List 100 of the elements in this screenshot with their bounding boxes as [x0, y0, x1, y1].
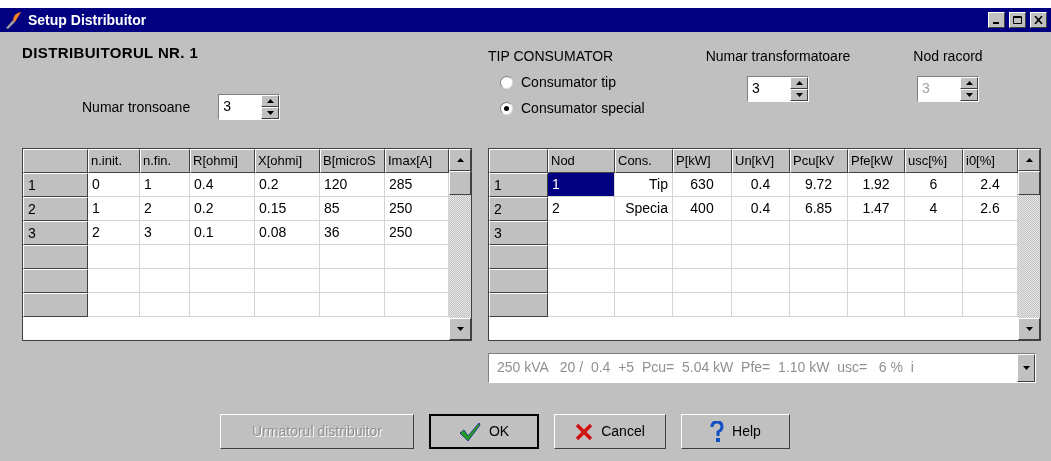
table-cell[interactable]: 0.08 — [255, 221, 320, 245]
scroll-thumb[interactable] — [1018, 171, 1040, 195]
scroll-thumb[interactable] — [449, 171, 471, 195]
table-cell[interactable]: 1.92 — [848, 173, 905, 197]
spin-down-button[interactable] — [790, 89, 808, 101]
table-cell[interactable]: 2 — [88, 221, 140, 245]
empty-cell[interactable] — [320, 245, 385, 269]
empty-cell[interactable] — [140, 269, 190, 293]
row-header[interactable]: 2 — [23, 197, 88, 221]
table-cell[interactable]: 1 — [88, 197, 140, 221]
table-cell[interactable]: 0.1 — [190, 221, 255, 245]
scroll-down-button[interactable] — [449, 318, 471, 340]
empty-cell[interactable] — [190, 269, 255, 293]
table-cell[interactable]: 1 — [548, 173, 615, 197]
spin-down-button[interactable] — [261, 107, 280, 119]
empty-cell[interactable] — [905, 269, 963, 293]
table-cell[interactable]: 85 — [320, 197, 385, 221]
column-header[interactable]: Pcu[kV — [790, 149, 848, 173]
table-cell[interactable]: 2 — [548, 197, 615, 221]
table-cell[interactable]: 0.2 — [255, 173, 320, 197]
empty-cell[interactable] — [140, 245, 190, 269]
empty-cell[interactable] — [615, 269, 673, 293]
radio-button[interactable] — [500, 75, 513, 89]
empty-cell[interactable] — [673, 245, 732, 269]
table-cell[interactable]: 120 — [320, 173, 385, 197]
empty-cell[interactable] — [732, 245, 790, 269]
spin-up-button[interactable] — [790, 77, 808, 89]
column-header[interactable]: P[kW] — [673, 149, 732, 173]
table-cell[interactable]: 4 — [905, 197, 963, 221]
empty-cell[interactable] — [732, 269, 790, 293]
maximize-button[interactable] — [1009, 12, 1026, 28]
empty-cell[interactable] — [673, 269, 732, 293]
column-header[interactable]: i0[%] — [963, 149, 1018, 173]
column-header[interactable]: n.init. — [88, 149, 140, 173]
empty-cell[interactable] — [615, 245, 673, 269]
table-cell[interactable]: 9.72 — [790, 173, 848, 197]
table-cell[interactable]: 0.4 — [732, 173, 790, 197]
column-header[interactable]: R[ohmi] — [190, 149, 255, 173]
table-cell[interactable]: 400 — [673, 197, 732, 221]
radio-button[interactable] — [500, 101, 513, 115]
empty-cell[interactable] — [905, 293, 963, 317]
column-header[interactable]: Cons. — [615, 149, 673, 173]
empty-cell[interactable] — [848, 221, 905, 245]
help-button[interactable]: Help — [681, 414, 790, 449]
table-cell[interactable]: 6 — [905, 173, 963, 197]
row-header[interactable]: 1 — [489, 173, 548, 197]
empty-cell[interactable] — [790, 293, 848, 317]
empty-cell[interactable] — [190, 293, 255, 317]
empty-cell[interactable] — [848, 245, 905, 269]
empty-cell[interactable] — [255, 245, 320, 269]
column-header[interactable]: X[ohmi] — [255, 149, 320, 173]
table-cell[interactable]: 0 — [88, 173, 140, 197]
scroll-down-button[interactable] — [1018, 318, 1040, 340]
table-cell[interactable]: 6.85 — [790, 197, 848, 221]
table-cell[interactable]: 630 — [673, 173, 732, 197]
cancel-button[interactable]: Cancel — [554, 414, 666, 449]
empty-cell[interactable] — [255, 269, 320, 293]
table-cell[interactable]: 2 — [140, 197, 190, 221]
column-header[interactable]: Pfe[kW — [848, 149, 905, 173]
ok-button[interactable]: OK — [429, 414, 539, 449]
close-button[interactable] — [1030, 12, 1047, 28]
empty-cell[interactable] — [255, 293, 320, 317]
number-spinner[interactable]: 3 — [747, 76, 809, 102]
table-cell[interactable]: 0.15 — [255, 197, 320, 221]
column-header[interactable]: n.fin. — [140, 149, 190, 173]
row-header[interactable] — [23, 293, 88, 317]
empty-cell[interactable] — [790, 221, 848, 245]
row-header[interactable] — [489, 245, 548, 269]
table-cell[interactable]: 36 — [320, 221, 385, 245]
empty-cell[interactable] — [790, 269, 848, 293]
empty-cell[interactable] — [673, 293, 732, 317]
row-header[interactable] — [489, 293, 548, 317]
empty-cell[interactable] — [848, 293, 905, 317]
table-cell[interactable]: 1 — [140, 173, 190, 197]
column-header[interactable]: usc[%] — [905, 149, 963, 173]
empty-cell[interactable] — [673, 221, 732, 245]
column-header[interactable]: Nod — [548, 149, 615, 173]
empty-cell[interactable] — [615, 221, 673, 245]
row-header[interactable]: 3 — [23, 221, 88, 245]
table-cell[interactable]: Tip — [615, 173, 673, 197]
row-header[interactable] — [489, 269, 548, 293]
row-header[interactable]: 2 — [489, 197, 548, 221]
row-header[interactable]: 1 — [23, 173, 88, 197]
row-header[interactable] — [23, 269, 88, 293]
table-cell[interactable]: Specia — [615, 197, 673, 221]
empty-cell[interactable] — [190, 245, 255, 269]
minimize-button[interactable] — [988, 12, 1005, 28]
spin-up-button[interactable] — [261, 95, 280, 107]
empty-cell[interactable] — [905, 221, 963, 245]
table-cell[interactable]: 0.4 — [732, 197, 790, 221]
table-cell[interactable]: 0.2 — [190, 197, 255, 221]
empty-cell[interactable] — [790, 245, 848, 269]
empty-cell[interactable] — [320, 269, 385, 293]
table-cell[interactable]: 1.47 — [848, 197, 905, 221]
empty-cell[interactable] — [320, 293, 385, 317]
empty-cell[interactable] — [732, 221, 790, 245]
empty-cell[interactable] — [615, 293, 673, 317]
number-spinner[interactable]: 3 — [218, 94, 281, 120]
empty-cell[interactable] — [140, 293, 190, 317]
row-header[interactable]: 3 — [489, 221, 548, 245]
